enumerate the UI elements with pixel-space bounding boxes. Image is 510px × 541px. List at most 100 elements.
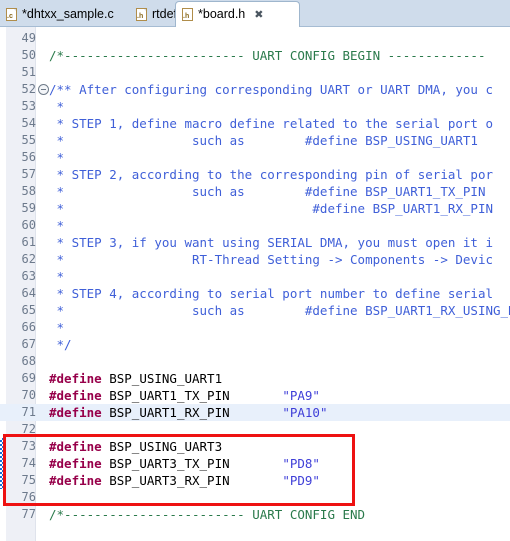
- code-token: * STEP 3, if you want using SERIAL DMA, …: [49, 235, 494, 250]
- code-token: BSP_UART1_RX_PIN: [101, 405, 283, 420]
- code-line[interactable]: 54 * STEP 1, define macro define related…: [0, 115, 510, 132]
- code-line[interactable]: 50 /*------------------------ UART CONFIG…: [0, 47, 510, 64]
- line-number: 62: [21, 252, 36, 266]
- code-line[interactable]: 61 * STEP 3, if you want using SERIAL DM…: [0, 234, 510, 251]
- line-number: 77: [21, 507, 36, 521]
- code-line-text[interactable]: * such as #define BSP_UART1_RX_USING_D: [49, 302, 510, 319]
- code-line-text[interactable]: */: [49, 336, 72, 353]
- editor-tab-label: *dhtxx_sample.c: [22, 7, 114, 22]
- code-token: "PA9": [282, 388, 320, 403]
- code-line[interactable]: 75 #define BSP_UART3_RX_PIN "PD9": [0, 472, 510, 489]
- code-line-text[interactable]: #define BSP_UART3_TX_PIN "PD8": [49, 455, 320, 472]
- code-token: * STEP 4, according to serial port numbe…: [49, 286, 494, 301]
- code-token: BSP_UART3_RX_PIN: [101, 473, 283, 488]
- code-line[interactable]: 62 * RT-Thread Setting -> Components -> …: [0, 251, 510, 268]
- code-line[interactable]: 63 *: [0, 268, 510, 285]
- code-line-text[interactable]: #define BSP_UART1_RX_PIN "PA10": [49, 404, 327, 421]
- code-line-text[interactable]: * STEP 3, if you want using SERIAL DMA, …: [49, 234, 494, 251]
- code-line-text[interactable]: #define BSP_USING_UART3: [49, 438, 222, 455]
- code-token: * STEP 2, according to the corresponding…: [49, 167, 494, 182]
- code-line-text[interactable]: * STEP 1, define macro define related to…: [49, 115, 494, 132]
- code-line[interactable]: 69 #define BSP_USING_UART1: [0, 370, 510, 387]
- line-number: 69: [21, 371, 36, 385]
- code-token: * such as #define BSP_UART1_TX_PIN: [49, 184, 486, 199]
- code-line-text[interactable]: *: [49, 217, 65, 234]
- code-line[interactable]: 52 /** After configuring corresponding UA…: [0, 81, 510, 98]
- code-line[interactable]: 53 *: [0, 98, 510, 115]
- code-line[interactable]: 49: [0, 30, 510, 47]
- file-icon-letter: .c: [7, 13, 13, 20]
- code-line[interactable]: 64 * STEP 4, according to serial port nu…: [0, 285, 510, 302]
- code-line-text[interactable]: #define BSP_UART1_TX_PIN "PA9": [49, 387, 320, 404]
- code-token: * STEP 1, define macro define related to…: [49, 116, 494, 131]
- code-token: #define: [49, 456, 102, 471]
- code-line[interactable]: 65 * such as #define BSP_UART1_RX_USING_…: [0, 302, 510, 319]
- code-line[interactable]: 71 #define BSP_UART1_RX_PIN "PA10": [0, 404, 510, 421]
- code-line[interactable]: 51: [0, 64, 510, 81]
- code-line-text[interactable]: * such as #define BSP_UART1_TX_PIN: [49, 183, 486, 200]
- h-file-icon: .h: [182, 8, 193, 21]
- line-number: 65: [21, 303, 36, 317]
- code-token: #define: [49, 388, 102, 403]
- code-line-text[interactable]: /*------------------------ UART CONFIG B…: [49, 47, 486, 64]
- line-number: 52: [21, 82, 36, 96]
- code-token: /*------------------------ UART CONFIG B…: [49, 48, 486, 63]
- code-line[interactable]: 55 * such as #define BSP_USING_UART1: [0, 132, 510, 149]
- line-number: 61: [21, 235, 36, 249]
- code-line-text[interactable]: *: [49, 98, 65, 115]
- editor-tab-bar: .c *dhtxx_sample.c .h rtdef.h .h *board.h ✖: [0, 0, 510, 27]
- line-number: 53: [21, 99, 36, 113]
- code-line[interactable]: 73 #define BSP_USING_UART3: [0, 438, 510, 455]
- code-line[interactable]: 60 *: [0, 217, 510, 234]
- code-line[interactable]: 68: [0, 353, 510, 370]
- line-number: 51: [21, 65, 36, 79]
- code-line[interactable]: 74 #define BSP_UART3_TX_PIN "PD8": [0, 455, 510, 472]
- code-line[interactable]: 59 * #define BSP_UART1_RX_PIN: [0, 200, 510, 217]
- fold-collapse-icon[interactable]: [38, 84, 49, 95]
- code-token: * #define BSP_UART1_RX_PIN: [49, 201, 494, 216]
- editor-tab-3[interactable]: .h *board.h ✖: [175, 1, 300, 27]
- code-line[interactable]: 76: [0, 489, 510, 506]
- code-editor[interactable]: 49 50 /*------------------------ UART CONF…: [0, 27, 510, 541]
- code-token: BSP_UART1_TX_PIN: [101, 388, 283, 403]
- code-line-text[interactable]: #define BSP_USING_UART1: [49, 370, 222, 387]
- code-line-text[interactable]: *: [49, 319, 65, 336]
- line-number: 50: [21, 48, 36, 62]
- code-line-text[interactable]: * STEP 4, according to serial port numbe…: [49, 285, 494, 302]
- code-line[interactable]: 70 #define BSP_UART1_TX_PIN "PA9": [0, 387, 510, 404]
- line-number: 49: [21, 31, 36, 45]
- code-line-text[interactable]: * RT-Thread Setting -> Components -> Dev…: [49, 251, 494, 268]
- editor-tab-1[interactable]: .c *dhtxx_sample.c: [0, 2, 126, 27]
- code-token: BSP_USING_UART3: [101, 439, 223, 454]
- line-number: 73: [21, 439, 36, 453]
- code-line-text[interactable]: * STEP 2, according to the corresponding…: [49, 166, 494, 183]
- code-line[interactable]: 58 * such as #define BSP_UART1_TX_PIN: [0, 183, 510, 200]
- code-line-text[interactable]: /** After configuring corresponding UART…: [49, 81, 493, 98]
- line-number: 59: [21, 201, 36, 215]
- code-token: *: [49, 218, 65, 233]
- code-token: #define: [49, 473, 102, 488]
- code-line-text[interactable]: /*------------------------ UART CONFIG E…: [49, 506, 365, 523]
- line-number: 55: [21, 133, 36, 147]
- code-token: /*------------------------ UART CONFIG E…: [49, 507, 366, 522]
- code-line[interactable]: 57 * STEP 2, according to the correspond…: [0, 166, 510, 183]
- code-line-text[interactable]: * such as #define BSP_USING_UART1: [49, 132, 478, 149]
- code-line[interactable]: 56 *: [0, 149, 510, 166]
- code-token: #define: [49, 371, 102, 386]
- code-line-text[interactable]: *: [49, 149, 65, 166]
- code-line-text[interactable]: * #define BSP_UART1_RX_PIN: [49, 200, 494, 217]
- line-number: 67: [21, 337, 36, 351]
- code-line[interactable]: 72: [0, 421, 510, 438]
- h-file-icon: .h: [136, 8, 147, 21]
- tab-close-icon[interactable]: ✖: [254, 9, 263, 20]
- code-line-text[interactable]: *: [49, 268, 65, 285]
- line-number: 64: [21, 286, 36, 300]
- editor-window: .c *dhtxx_sample.c .h rtdef.h .h *board.h ✖ 49…: [0, 0, 510, 541]
- code-line[interactable]: 66 *: [0, 319, 510, 336]
- line-number: 75: [21, 473, 36, 487]
- code-line[interactable]: 67 */: [0, 336, 510, 353]
- code-line-text[interactable]: #define BSP_UART3_RX_PIN "PD9": [49, 472, 320, 489]
- code-token: * such as #define BSP_USING_UART1: [49, 133, 478, 148]
- code-token: *: [49, 99, 65, 114]
- code-line[interactable]: 77 /*------------------------ UART CONFIG…: [0, 506, 510, 523]
